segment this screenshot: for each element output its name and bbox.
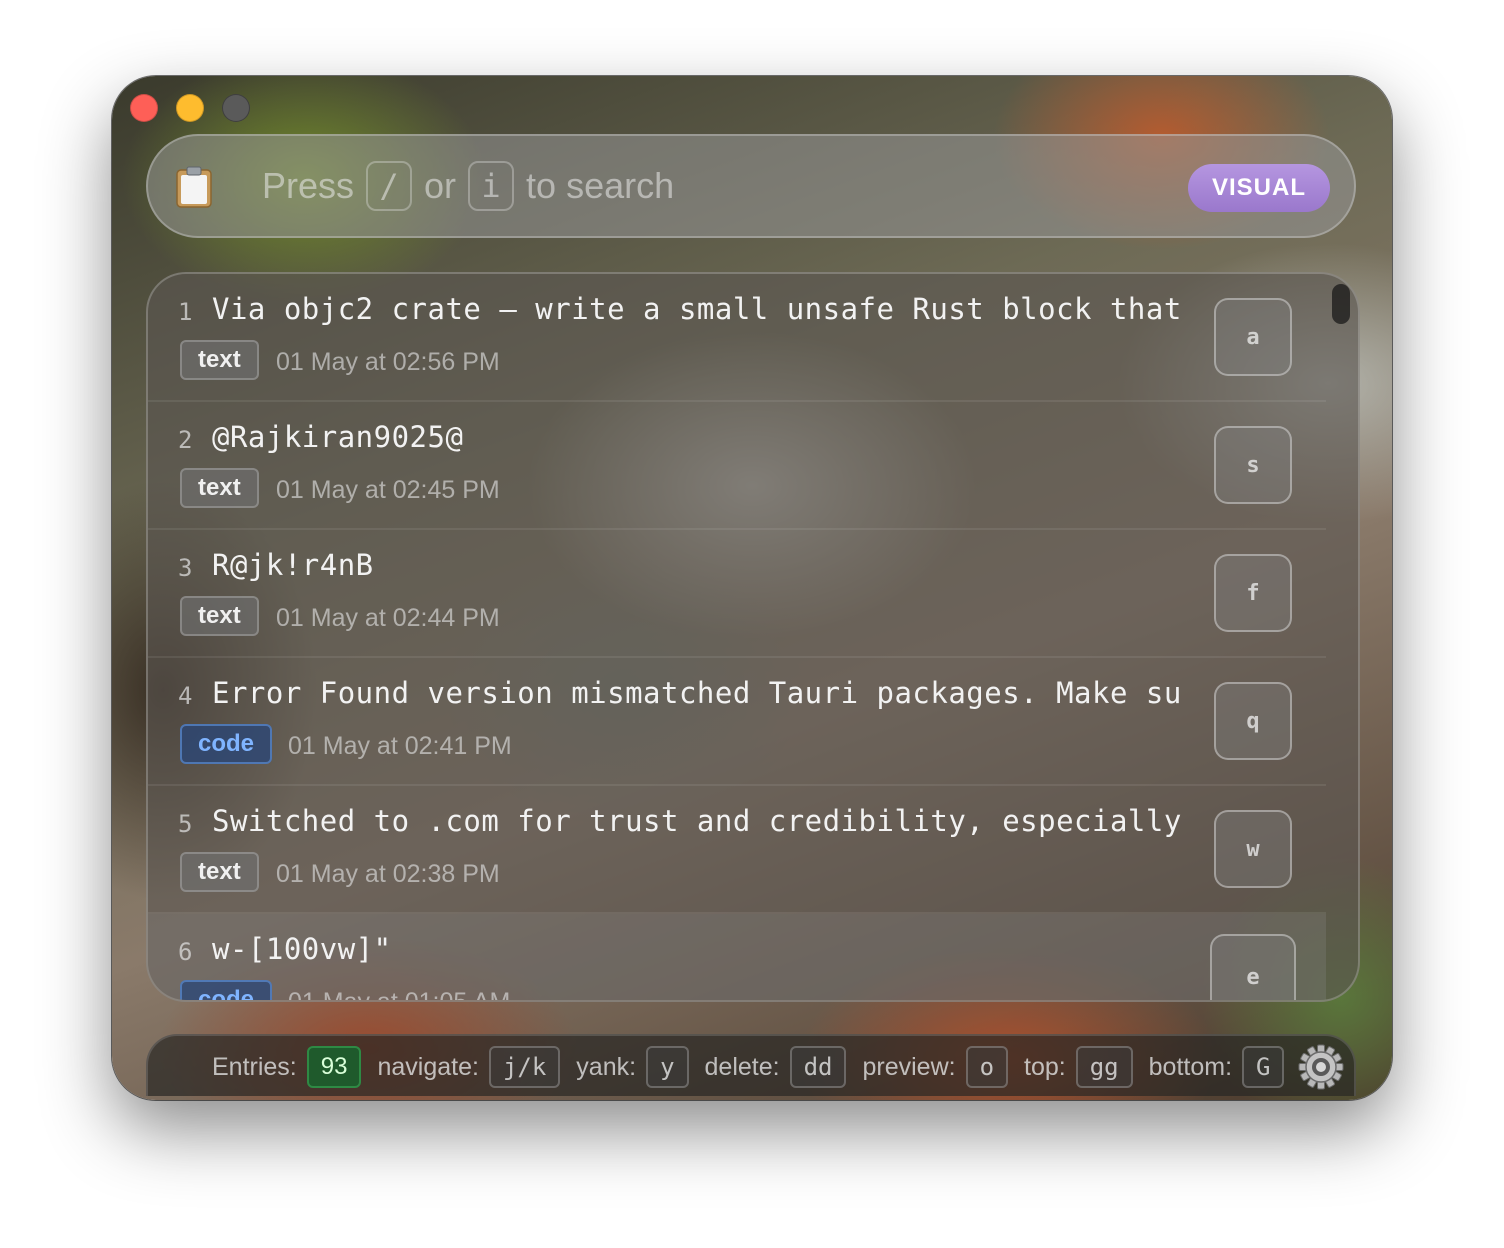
list-item[interactable]: 4 Error Found version mismatched Tauri p… — [148, 658, 1326, 786]
type-tag: text — [180, 852, 259, 892]
entry-index: 4 — [178, 682, 193, 710]
clipboard-icon — [176, 166, 212, 208]
list-item[interactable]: 2 @Rajkiran9025@ text 01 May at 02:45 PM… — [148, 402, 1326, 530]
type-tag: code — [180, 724, 273, 764]
entry-index: 3 — [178, 554, 193, 582]
entry-text: w-[100vw]" — [212, 932, 392, 966]
gear-icon[interactable] — [1298, 1044, 1344, 1090]
entry-index: 5 — [178, 810, 193, 838]
bottom-label: bottom: — [1148, 1052, 1233, 1081]
list-item[interactable]: 3 R@jk!r4nB text 01 May at 02:44 PM f — [148, 530, 1326, 658]
minimize-button[interactable] — [176, 94, 204, 122]
list-item[interactable]: 5 Switched to .com for trust and credibi… — [148, 786, 1326, 914]
close-button[interactable] — [130, 94, 158, 122]
entry-timestamp: 01 May at 02:44 PM — [276, 604, 500, 632]
entry-text: @Rajkiran9025@ — [212, 420, 464, 454]
hotkey-button[interactable]: q — [1214, 682, 1292, 760]
preview-key: o — [965, 1046, 1009, 1088]
type-tag: text — [180, 468, 259, 508]
list-item[interactable]: 1 Via objc2 crate — write a small unsafe… — [148, 274, 1326, 402]
entry-index: 6 — [178, 938, 193, 966]
hotkey-button[interactable]: w — [1214, 810, 1292, 888]
search-hint-prefix: Press — [262, 165, 355, 206]
status-bar: Entries: 93 navigate: j/k yank: y delete… — [146, 1034, 1356, 1096]
entry-timestamp: 01 May at 02:41 PM — [288, 732, 512, 760]
hotkey-button[interactable]: s — [1214, 426, 1292, 504]
entry-text: Switched to .com for trust and credibili… — [212, 804, 1182, 838]
entry-index: 2 — [178, 426, 193, 454]
entries-label: Entries: — [212, 1052, 297, 1081]
yank-key: y — [646, 1046, 689, 1088]
hotkey-button[interactable]: a — [1214, 298, 1292, 376]
yank-label: yank: — [576, 1052, 637, 1081]
entry-text: Error Found version mismatched Tauri pac… — [212, 676, 1182, 710]
list-item[interactable]: 6 w-[100vw]" code 01 May at 01:05 AM e — [148, 914, 1326, 1002]
entry-timestamp: 01 May at 02:38 PM — [276, 860, 500, 888]
preview-label: preview: — [862, 1052, 956, 1081]
type-tag: text — [180, 596, 259, 636]
entry-index: 1 — [178, 298, 193, 326]
search-placeholder[interactable]: Press / or i to search — [262, 158, 674, 214]
scrollbar-thumb[interactable] — [1332, 284, 1350, 324]
entry-text: Via objc2 crate — write a small unsafe R… — [212, 292, 1182, 326]
navigate-label: navigate: — [377, 1052, 479, 1081]
clipboard-manager-window: Press / or i to search VISUAL 1 Via objc… — [112, 76, 1392, 1100]
zoom-button[interactable] — [222, 94, 250, 122]
type-tag: text — [180, 340, 259, 380]
top-key: gg — [1075, 1046, 1133, 1088]
search-hint-or: or — [424, 165, 457, 206]
search-hint-suffix: to search — [526, 165, 675, 206]
search-key-i: i — [468, 161, 515, 211]
entry-timestamp: 01 May at 02:56 PM — [276, 348, 500, 376]
delete-label: delete: — [704, 1052, 780, 1081]
delete-key: dd — [789, 1046, 847, 1088]
search-key-slash: / — [366, 161, 413, 211]
bottom-key: G — [1242, 1046, 1285, 1088]
mode-badge: VISUAL — [1188, 164, 1330, 212]
entries-count-badge: 93 — [306, 1046, 362, 1088]
hotkey-button[interactable]: e — [1210, 934, 1296, 1000]
type-tag: code — [180, 980, 273, 1000]
top-label: top: — [1024, 1052, 1066, 1081]
hotkey-button[interactable]: f — [1214, 554, 1292, 632]
entry-text: R@jk!r4nB — [212, 548, 374, 582]
entry-timestamp: 01 May at 02:45 PM — [276, 476, 500, 504]
navigate-key: j/k — [488, 1046, 561, 1088]
search-bar[interactable]: Press / or i to search VISUAL — [146, 134, 1356, 238]
entry-timestamp: 01 May at 01:05 AM — [288, 988, 511, 1002]
clipboard-list[interactable]: 1 Via objc2 crate — write a small unsafe… — [146, 272, 1360, 1002]
